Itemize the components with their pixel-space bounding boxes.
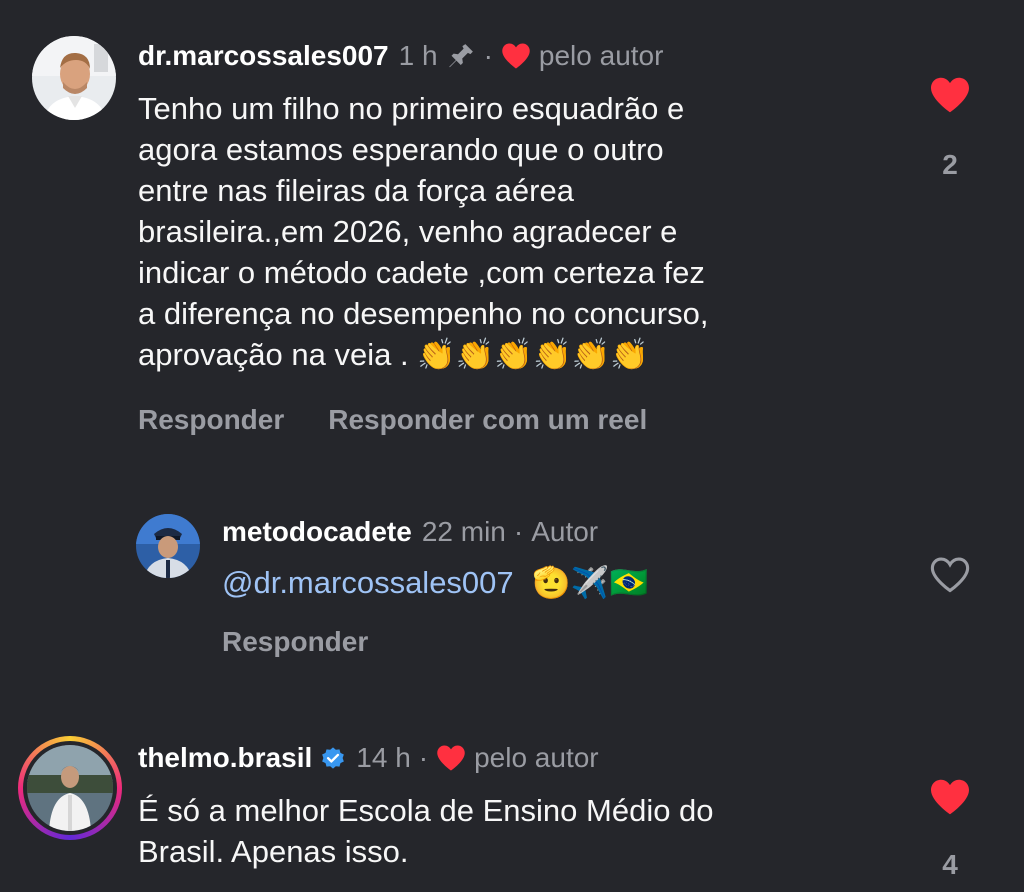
separator: · bbox=[418, 742, 429, 773]
avatar-photo bbox=[136, 514, 200, 578]
heart-filled-icon bbox=[931, 779, 969, 815]
like-count: 2 bbox=[942, 149, 958, 180]
heart-outline-icon bbox=[930, 557, 970, 593]
reply-button[interactable]: Responder bbox=[222, 626, 368, 658]
comment-line: indicar o método cadete ,com certeza fez bbox=[138, 255, 705, 290]
heart-filled-icon bbox=[501, 42, 531, 70]
like-button[interactable] bbox=[920, 556, 980, 599]
like-button[interactable] bbox=[920, 76, 980, 119]
timestamp: 14 h bbox=[356, 742, 411, 773]
avatar[interactable] bbox=[32, 36, 116, 120]
reply-button[interactable]: Responder bbox=[138, 404, 284, 436]
comment-header: dr.marcossales007 1 h · pelo autor bbox=[138, 40, 663, 72]
reply-with-reel-button[interactable]: Responder com um reel bbox=[328, 404, 647, 436]
comment-line: Tenho um filho no primeiro esquadrão e bbox=[138, 91, 685, 126]
mention-link[interactable]: @dr.marcossales007 bbox=[222, 565, 514, 600]
comment-line-last: aprovação na veia . 👏👏👏👏👏👏 bbox=[138, 334, 898, 376]
comment-header: metodocadete 22 min · Autor bbox=[222, 516, 598, 548]
like-column bbox=[920, 556, 980, 599]
like-count: 4 bbox=[942, 849, 958, 880]
separator: · bbox=[513, 516, 524, 547]
avatar-photo bbox=[27, 745, 113, 831]
separator: · bbox=[483, 40, 493, 71]
comment-text: É só a melhor Escola de Ensino Médio do … bbox=[138, 790, 898, 872]
avatar[interactable] bbox=[136, 514, 200, 578]
comments-thread: dr.marcossales007 1 h · pelo autor Tenho… bbox=[0, 0, 1024, 892]
comment-actions: Responder bbox=[222, 626, 368, 658]
liked-by-author-label: pelo autor bbox=[474, 742, 599, 773]
username[interactable]: metodocadete bbox=[222, 516, 412, 548]
comment-header: thelmo.brasil 14 h · pelo autor bbox=[138, 742, 599, 774]
timestamp: 1 h bbox=[398, 40, 438, 71]
comment-line: a diferença no desempenho no concurso, bbox=[138, 296, 709, 331]
author-tag: Autor bbox=[531, 516, 599, 547]
comment-line: Brasil. Apenas isso. bbox=[138, 834, 409, 869]
like-button[interactable] bbox=[920, 778, 980, 821]
avatar-photo bbox=[32, 36, 116, 120]
timestamp: 22 min bbox=[421, 516, 506, 547]
comment-line: É só a melhor Escola de Ensino Médio do bbox=[138, 793, 714, 828]
avatar-story-ring[interactable] bbox=[18, 736, 122, 840]
verified-badge-icon bbox=[320, 745, 346, 771]
comment-actions: Responder Responder com um reel bbox=[138, 404, 647, 436]
heart-filled-icon bbox=[436, 744, 466, 772]
like-column: 2 bbox=[920, 76, 980, 181]
comment-line: brasileira.,em 2026, venho agradecer e bbox=[138, 214, 678, 249]
pin-icon bbox=[446, 41, 476, 71]
liked-by-author-label: pelo autor bbox=[538, 40, 664, 71]
comment-text: Tenho um filho no primeiro esquadrão e a… bbox=[138, 88, 898, 376]
username[interactable]: dr.marcossales007 bbox=[138, 40, 389, 72]
username[interactable]: thelmo.brasil bbox=[138, 742, 312, 774]
comment-line: agora estamos esperando que o outro bbox=[138, 132, 664, 167]
comment-text: @dr.marcossales007 🫡✈️🇧🇷 bbox=[222, 562, 648, 604]
like-column: 4 bbox=[920, 778, 980, 881]
clapping-emoji: 👏👏👏👏👏👏 bbox=[417, 337, 649, 373]
comment-line: aprovação na veia . bbox=[138, 337, 409, 372]
reply-emoji: 🫡✈️🇧🇷 bbox=[532, 565, 649, 601]
heart-filled-icon bbox=[931, 77, 969, 113]
comment-line: entre nas fileiras da força aérea bbox=[138, 173, 574, 208]
